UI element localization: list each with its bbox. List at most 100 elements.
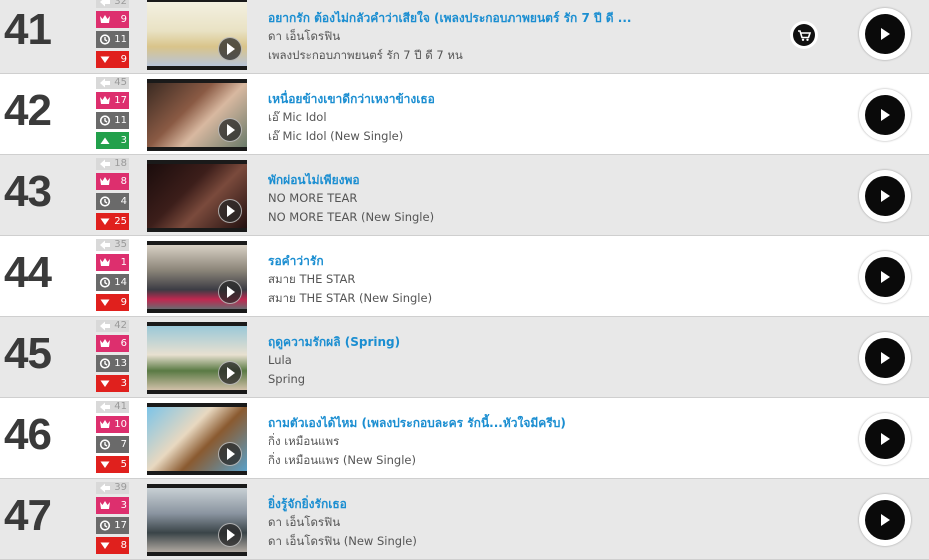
previous-rank-badge: 42 <box>96 320 129 332</box>
play-icon[interactable] <box>218 37 242 61</box>
play-button[interactable] <box>859 8 911 60</box>
arrow-left-icon <box>99 482 111 494</box>
stats-column: 32 9 11 9 <box>96 0 129 71</box>
video-thumbnail[interactable] <box>147 0 247 70</box>
play-button[interactable] <box>859 170 911 222</box>
play-icon <box>865 95 905 135</box>
arrow-left-icon <box>99 239 111 251</box>
artist-name[interactable]: กิ่ง เหมือนแพร <box>268 432 788 451</box>
previous-rank-value: 45 <box>114 77 127 88</box>
stats-column: 39 3 17 8 <box>96 482 129 557</box>
play-icon[interactable] <box>218 199 242 223</box>
song-info: รอคำว่ารัก สมาย THE STAR สมาย THE STAR (… <box>268 252 788 308</box>
rank-change-badge: 9 <box>96 51 129 68</box>
video-thumbnail[interactable] <box>147 241 247 313</box>
song-title-link[interactable]: อยากรัก ต้องไม่กลัวคำว่าเสียใจ (เพลงประก… <box>268 9 788 27</box>
clock-icon <box>99 517 111 534</box>
weeks-value: 13 <box>114 358 127 369</box>
album-name[interactable]: NO MORE TEAR (New Single) <box>268 208 788 227</box>
arrow-down-icon <box>99 375 111 392</box>
play-icon[interactable] <box>218 280 242 304</box>
clock-icon <box>99 112 111 129</box>
song-info: ฤดูความรักผลิ (Spring) Lula Spring <box>268 333 788 389</box>
artist-name[interactable]: ดา เอ็นโดรฟิน <box>268 513 788 532</box>
buy-button[interactable] <box>790 21 818 49</box>
stats-column: 35 1 14 9 <box>96 239 129 314</box>
clock-icon <box>99 436 111 453</box>
weeks-value: 7 <box>120 439 127 450</box>
rank-change-badge: 5 <box>96 456 129 473</box>
play-button[interactable] <box>859 251 911 303</box>
album-name[interactable]: เอ๊ Mic Idol (New Single) <box>268 127 788 146</box>
peak-rank-value: 6 <box>120 338 127 349</box>
artist-name[interactable]: เอ๊ Mic Idol <box>268 108 788 127</box>
play-icon[interactable] <box>218 523 242 547</box>
artist-name[interactable]: NO MORE TEAR <box>268 189 788 208</box>
play-button[interactable] <box>859 494 911 546</box>
song-title-link[interactable]: ยิ่งรู้จักยิ่งรักเธอ <box>268 495 788 513</box>
previous-rank-value: 41 <box>114 401 127 412</box>
stats-column: 41 10 7 5 <box>96 401 129 476</box>
peak-rank-badge: 8 <box>96 173 129 190</box>
video-thumbnail[interactable] <box>147 160 247 232</box>
rank-number: 47 <box>4 491 52 540</box>
song-title-link[interactable]: พักผ่อนไม่เพียงพอ <box>268 171 788 189</box>
play-button[interactable] <box>859 413 911 465</box>
video-thumbnail[interactable] <box>147 403 247 475</box>
rank-number: 45 <box>4 329 52 378</box>
arrow-left-icon <box>99 158 111 170</box>
album-name[interactable]: เพลงประกอบภาพยนตร์ รัก 7 ปี ดี 7 หน <box>268 46 788 65</box>
play-icon[interactable] <box>218 442 242 466</box>
previous-rank-badge: 45 <box>96 77 129 89</box>
peak-rank-value: 9 <box>120 14 127 25</box>
arrow-down-icon <box>99 456 111 473</box>
video-thumbnail[interactable] <box>147 322 247 394</box>
video-thumbnail[interactable] <box>147 484 247 556</box>
previous-rank-value: 32 <box>114 0 127 7</box>
peak-rank-value: 17 <box>114 95 127 106</box>
chart-row: 43 18 8 4 25 พักผ่อนไม่เพียงพอ NO MORE T… <box>0 155 929 236</box>
artist-name[interactable]: ดา เอ็นโดรฟิน <box>268 27 788 46</box>
album-name[interactable]: ดา เอ็นโดรฟิน (New Single) <box>268 532 788 551</box>
artist-name[interactable]: Lula <box>268 351 788 370</box>
song-info: ยิ่งรู้จักยิ่งรักเธอ ดา เอ็นโดรฟิน ดา เอ… <box>268 495 788 551</box>
play-icon <box>865 176 905 216</box>
song-title-link[interactable]: เหนื่อยข้างเขาดีกว่าเหงาข้างเธอ <box>268 90 788 108</box>
song-title-link[interactable]: ฤดูความรักผลิ (Spring) <box>268 333 788 351</box>
play-icon <box>865 257 905 297</box>
crown-icon <box>99 416 111 433</box>
song-info: เหนื่อยข้างเขาดีกว่าเหงาข้างเธอ เอ๊ Mic … <box>268 90 788 146</box>
play-icon <box>865 500 905 540</box>
song-title-link[interactable]: รอคำว่ารัก <box>268 252 788 270</box>
previous-rank-value: 42 <box>114 320 127 331</box>
album-name[interactable]: กิ่ง เหมือนแพร (New Single) <box>268 451 788 470</box>
play-button[interactable] <box>859 89 911 141</box>
peak-rank-badge: 1 <box>96 254 129 271</box>
weeks-value: 4 <box>120 196 127 207</box>
peak-rank-badge: 6 <box>96 335 129 352</box>
play-icon[interactable] <box>218 118 242 142</box>
song-title-link[interactable]: ถามตัวเองได้ไหม (เพลงประกอบละคร รักนี้..… <box>268 414 788 432</box>
rank-number: 44 <box>4 248 52 297</box>
video-thumbnail[interactable] <box>147 79 247 151</box>
weeks-on-chart-badge: 7 <box>96 436 129 453</box>
artist-name[interactable]: สมาย THE STAR <box>268 270 788 289</box>
play-icon <box>865 14 905 54</box>
peak-rank-value: 8 <box>120 176 127 187</box>
album-name[interactable]: Spring <box>268 370 788 389</box>
play-button[interactable] <box>859 332 911 384</box>
weeks-on-chart-badge: 11 <box>96 31 129 48</box>
rank-change-value: 9 <box>120 297 127 308</box>
play-icon[interactable] <box>218 361 242 385</box>
stats-column: 45 17 11 3 <box>96 77 129 152</box>
stats-column: 42 6 13 3 <box>96 320 129 395</box>
previous-rank-badge: 32 <box>96 0 129 8</box>
album-name[interactable]: สมาย THE STAR (New Single) <box>268 289 788 308</box>
rank-change-badge: 8 <box>96 537 129 554</box>
arrow-down-icon <box>99 537 111 554</box>
peak-rank-value: 1 <box>120 257 127 268</box>
rank-change-badge: 9 <box>96 294 129 311</box>
crown-icon <box>99 497 111 514</box>
rank-number: 43 <box>4 167 52 216</box>
weeks-value: 17 <box>114 520 127 531</box>
